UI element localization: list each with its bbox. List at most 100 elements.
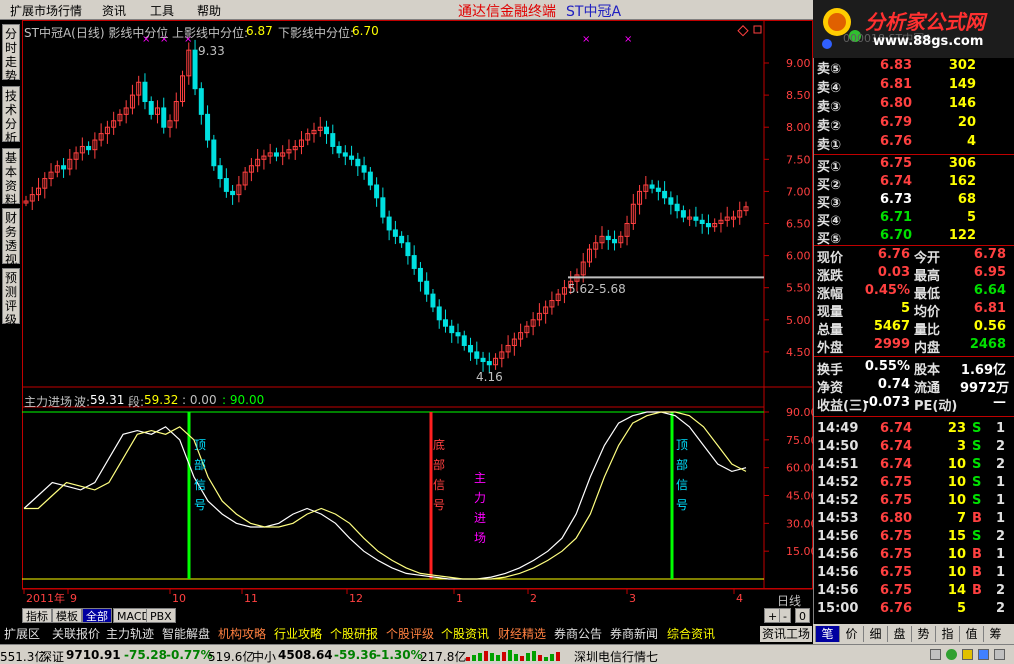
nav-tab-12[interactable]: 综合资讯 bbox=[667, 626, 715, 642]
right-tab-0[interactable]: 笔 bbox=[815, 626, 839, 642]
nav-tab-info-workshop[interactable]: 资讯工场 bbox=[760, 626, 813, 642]
quote-value-1: 0.45% bbox=[864, 283, 910, 298]
side-tab-intraday[interactable]: 分时走势 bbox=[2, 24, 20, 83]
candle-body bbox=[273, 152, 279, 157]
quote-row: 总量 5467 量比 0.56 bbox=[814, 319, 1014, 338]
menu-news[interactable]: 资讯 bbox=[102, 2, 126, 19]
ask-row: 卖① 6.76 4 bbox=[814, 134, 1014, 153]
tab-pbx[interactable]: PBX bbox=[146, 608, 176, 623]
price-tick-label: 8.50 bbox=[786, 89, 811, 102]
menu-expand-market[interactable]: 扩展市场行情 bbox=[10, 2, 82, 19]
nav-tab-0[interactable]: 扩展区 bbox=[4, 626, 40, 642]
bid-label: 买① bbox=[817, 160, 842, 175]
tick-count: 1 bbox=[996, 547, 1006, 562]
chart-area[interactable]: 9.00 8.50 8.00 7.50 7.00 6.50 6.00 5.50 5.00 4.50… bbox=[22, 20, 813, 610]
breadth-bar bbox=[550, 654, 554, 661]
x-tick-label: 2011年 bbox=[26, 591, 65, 605]
bid-label: 买③ bbox=[817, 196, 842, 211]
quote-row: 外盘 2999 内盘 2468 bbox=[814, 337, 1014, 356]
tick-time: 14:53 bbox=[817, 511, 859, 526]
nav-tab-9[interactable]: 财经精选 bbox=[498, 626, 546, 642]
candle-body bbox=[455, 332, 461, 337]
menu-help[interactable]: 帮助 bbox=[197, 2, 221, 19]
status-zx-label[interactable]: 中小 bbox=[252, 648, 276, 664]
indicator-name: 主力进场 bbox=[24, 395, 73, 409]
right-tab-1[interactable]: 价 bbox=[839, 626, 863, 642]
tick-time: 14:56 bbox=[817, 565, 859, 580]
tick-side: B bbox=[972, 511, 982, 526]
status-zx-pct: -1.30% bbox=[376, 648, 423, 662]
tick-side: S bbox=[972, 421, 982, 436]
tick-price: 6.75 bbox=[880, 493, 913, 508]
nav-tab-1[interactable]: 关联报价 bbox=[52, 626, 100, 642]
quote-label-2: 均价 bbox=[914, 305, 941, 320]
fundamental-row: 换手 0.55% 股本 1.69亿 bbox=[814, 359, 1014, 378]
zoom-out-button[interactable]: - bbox=[779, 608, 791, 623]
fund-label-2: 股本 bbox=[914, 363, 941, 378]
nav-tab-3[interactable]: 智能解盘 bbox=[162, 626, 210, 642]
tick-price: 6.75 bbox=[880, 583, 913, 598]
price-tick-label: 6.50 bbox=[786, 218, 811, 231]
nav-tab-7[interactable]: 个股评级 bbox=[386, 626, 434, 642]
ask-label: 卖⑤ bbox=[817, 62, 842, 77]
nav-tab-2[interactable]: 主力轨迹 bbox=[106, 626, 154, 642]
quote-label-1: 现价 bbox=[817, 251, 844, 266]
tab-all[interactable]: 全部 bbox=[82, 608, 112, 623]
candle-body bbox=[424, 280, 430, 295]
right-tab-2[interactable]: 细 bbox=[863, 626, 887, 642]
quote-row: 涨幅 0.45% 最低 6.64 bbox=[814, 283, 1014, 302]
right-tab-6[interactable]: 值 bbox=[959, 626, 983, 642]
indicator-tick-label: 45.00 bbox=[786, 490, 813, 503]
tab-indicator[interactable]: 指标 bbox=[22, 608, 52, 623]
side-tab-forecast[interactable]: 预测评级 bbox=[2, 268, 20, 327]
nav-tab-4[interactable]: 机构攻略 bbox=[218, 626, 266, 642]
ask-row: 卖② 6.79 20 bbox=[814, 115, 1014, 134]
quote-value-2: 0.56 bbox=[973, 319, 1006, 334]
wave-line bbox=[23, 411, 747, 580]
tick-side: S bbox=[972, 529, 982, 544]
price-tick-label: 5.00 bbox=[786, 314, 811, 327]
status-icon-5[interactable] bbox=[994, 649, 1005, 660]
nav-tab-10[interactable]: 券商公告 bbox=[554, 626, 602, 642]
breadth-bar bbox=[544, 657, 548, 661]
breadth-bar bbox=[502, 652, 506, 661]
tick-time: 14:56 bbox=[817, 583, 859, 598]
menu-tools[interactable]: 工具 bbox=[150, 2, 174, 19]
status-icon-3[interactable] bbox=[962, 649, 973, 660]
candle-body bbox=[649, 184, 655, 189]
nav-tab-5[interactable]: 行业攻略 bbox=[274, 626, 322, 642]
status-icon-4[interactable] bbox=[978, 649, 989, 660]
bid-price: 6.74 bbox=[880, 174, 913, 189]
chart-header: ST中冠A(日线) 影线中分位 bbox=[24, 26, 169, 40]
status-icon-1[interactable] bbox=[930, 649, 941, 660]
nav-tab-11[interactable]: 券商新闻 bbox=[610, 626, 658, 642]
candle-body bbox=[192, 49, 198, 90]
right-tab-4[interactable]: 势 bbox=[911, 626, 935, 642]
right-tab-5[interactable]: 指 bbox=[935, 626, 959, 642]
stock-title: ST中冠A bbox=[566, 4, 622, 20]
right-tab-3[interactable]: 盘 bbox=[887, 626, 911, 642]
quote-label-1: 涨幅 bbox=[817, 287, 844, 302]
candle-body bbox=[342, 152, 348, 157]
candle-body bbox=[612, 239, 618, 244]
nav-tab-8[interactable]: 个股资讯 bbox=[441, 626, 489, 642]
candle-body bbox=[230, 190, 236, 196]
tick-count: 1 bbox=[996, 565, 1006, 580]
nav-tab-6[interactable]: 个股研报 bbox=[330, 626, 378, 642]
tab-template[interactable]: 模板 bbox=[52, 608, 82, 623]
side-tab-basic-info[interactable]: 基本资料 bbox=[2, 148, 20, 207]
candle-body bbox=[474, 351, 480, 359]
side-tab-technical[interactable]: 技术分析 bbox=[2, 86, 20, 145]
tick-count: 1 bbox=[996, 421, 1006, 436]
tick-count: 1 bbox=[996, 493, 1006, 508]
zoom-reset-button[interactable]: 0 bbox=[795, 608, 810, 623]
right-tab-7[interactable]: 筹 bbox=[983, 626, 1007, 642]
side-tab-finance[interactable]: 财务透视 bbox=[2, 208, 20, 267]
status-sz-value: 9710.91 bbox=[66, 648, 121, 662]
tick-volume: 7 bbox=[956, 511, 966, 526]
chart-canvas[interactable]: 9.00 8.50 8.00 7.50 7.00 6.50 6.00 5.50 5.00 4.50… bbox=[22, 20, 813, 610]
square-icon bbox=[753, 25, 762, 34]
status-sz-label[interactable]: 深证 bbox=[40, 648, 64, 664]
price-tick-label: 7.00 bbox=[786, 185, 811, 198]
status-connection-icon[interactable] bbox=[946, 649, 957, 660]
